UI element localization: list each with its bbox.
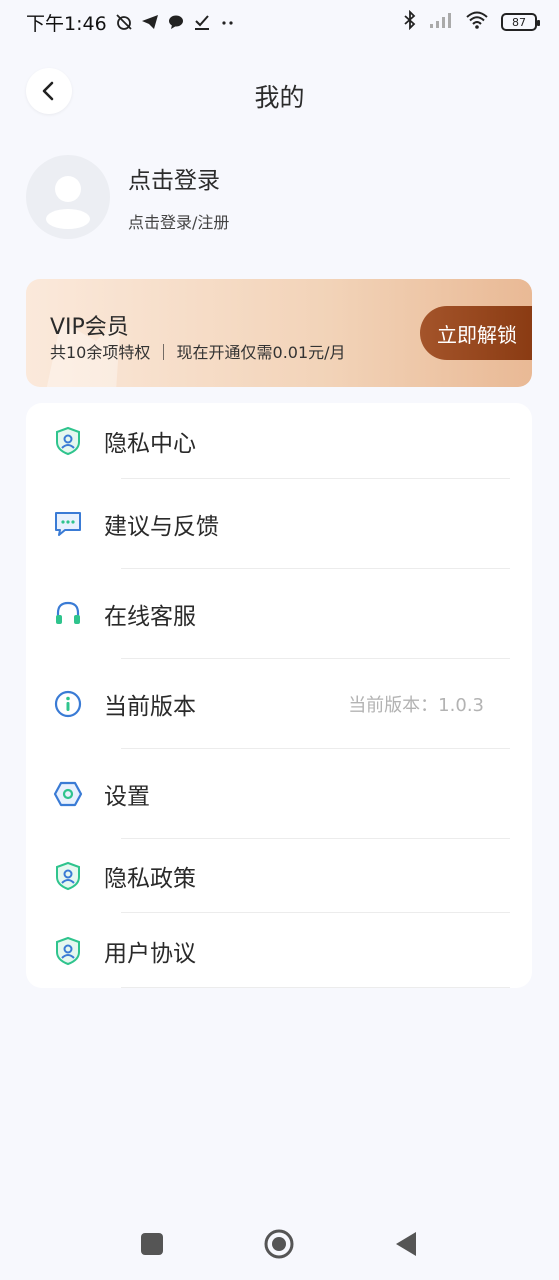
menu-item-label: 隐私中心 bbox=[104, 431, 196, 457]
battery-indicator: 87 bbox=[501, 13, 540, 31]
recents-button[interactable] bbox=[136, 1228, 168, 1260]
status-left: 下午1:46 bbox=[26, 9, 237, 36]
unlock-vip-button[interactable]: 立即解锁 bbox=[420, 306, 532, 360]
message-icon bbox=[167, 13, 185, 31]
header: 我的 bbox=[0, 64, 559, 124]
profile-login[interactable]: 点击登录 点击登录/注册 bbox=[26, 154, 229, 240]
version-value: 当前版本：1.0.3 bbox=[348, 695, 484, 716]
wifi-icon bbox=[465, 10, 489, 34]
chat-bubble-icon bbox=[52, 508, 84, 540]
system-nav-bar bbox=[0, 1212, 559, 1276]
menu-item-feedback[interactable]: 建议与反馈 bbox=[26, 479, 532, 569]
menu-item-label: 建议与反馈 bbox=[104, 514, 219, 540]
status-bar: 下午1:46 87 bbox=[0, 0, 559, 44]
telegram-icon bbox=[141, 13, 159, 31]
menu-item-label: 当前版本 bbox=[104, 694, 196, 720]
profile-text: 点击登录 点击登录/注册 bbox=[128, 161, 229, 233]
login-subtitle: 点击登录/注册 bbox=[128, 213, 230, 232]
menu-item-settings[interactable]: 设置 bbox=[26, 749, 532, 839]
info-icon bbox=[52, 688, 84, 720]
signal-icon bbox=[429, 11, 453, 33]
shield-user-icon bbox=[52, 860, 84, 892]
home-button[interactable] bbox=[263, 1228, 295, 1260]
menu-item-privacy-center[interactable]: 隐私中心 bbox=[26, 403, 532, 479]
hexagon-settings-icon bbox=[52, 778, 84, 810]
default-avatar-icon bbox=[46, 176, 90, 229]
bluetooth-icon bbox=[403, 9, 417, 34]
square-icon bbox=[141, 1233, 163, 1255]
menu-item-privacy-policy[interactable]: 隐私政策 bbox=[26, 839, 532, 913]
menu-item-label: 隐私政策 bbox=[104, 866, 196, 892]
vip-card[interactable]: VIP会员 共10余项特权 ｜ 现在开通仅需0.01元/月 立即解锁 bbox=[26, 279, 532, 387]
alarm-muted-icon bbox=[115, 13, 133, 31]
shield-user-icon bbox=[52, 425, 84, 457]
divider bbox=[121, 987, 510, 988]
status-time: 下午1:46 bbox=[26, 12, 107, 35]
headset-icon bbox=[52, 598, 84, 630]
circle-home-icon bbox=[264, 1229, 294, 1259]
menu-item-label: 设置 bbox=[104, 784, 150, 810]
menu-item-version[interactable]: 当前版本 当前版本：1.0.3 bbox=[26, 659, 532, 749]
menu-item-user-agreement[interactable]: 用户协议 bbox=[26, 913, 532, 988]
menu-item-label: 在线客服 bbox=[104, 604, 196, 630]
shield-user-icon bbox=[52, 935, 84, 967]
menu-list: 隐私中心 建议与反馈 在线客服 当前版本 当前版本：1.0.3 设置 隐私政策 … bbox=[26, 403, 532, 988]
status-right: 87 bbox=[403, 9, 540, 34]
page-title: 我的 bbox=[254, 83, 305, 112]
avatar[interactable] bbox=[26, 155, 110, 239]
menu-item-online-service[interactable]: 在线客服 bbox=[26, 569, 532, 659]
vip-description: 共10余项特权 ｜ 现在开通仅需0.01元/月 bbox=[50, 343, 346, 362]
more-dots-icon bbox=[219, 13, 237, 31]
vip-title: VIP会员 bbox=[50, 315, 129, 340]
back-nav-button[interactable] bbox=[390, 1228, 422, 1260]
triangle-back-icon bbox=[396, 1232, 416, 1256]
download-done-icon bbox=[193, 13, 211, 31]
menu-item-label: 用户协议 bbox=[104, 940, 196, 967]
login-title[interactable]: 点击登录 bbox=[128, 161, 229, 195]
